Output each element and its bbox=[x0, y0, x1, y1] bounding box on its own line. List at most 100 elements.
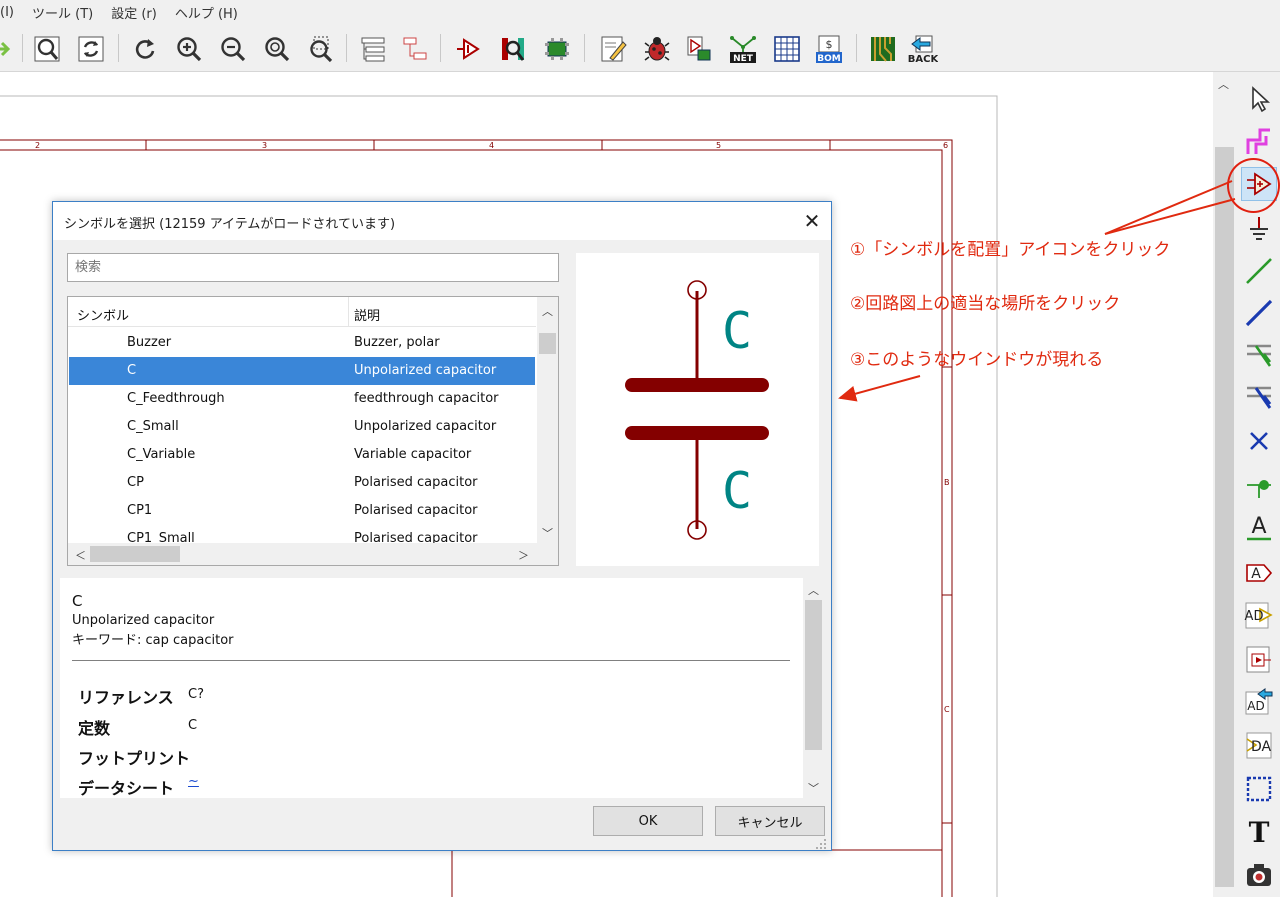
scroll-down-arrow-icon[interactable]: ﹀ bbox=[542, 525, 553, 541]
scroll-left-arrow-icon[interactable]: ＜ bbox=[75, 547, 86, 563]
dashed-line-icon[interactable] bbox=[1241, 772, 1277, 806]
scroll-down-arrow-icon[interactable]: ﹀ bbox=[808, 780, 819, 796]
symbol-editor-icon[interactable] bbox=[452, 32, 486, 66]
junction-icon[interactable] bbox=[1241, 468, 1277, 502]
field-label-reference: リファレンス bbox=[78, 688, 174, 707]
redo-icon[interactable] bbox=[128, 32, 162, 66]
arrow-icon[interactable] bbox=[0, 32, 16, 66]
symbol-library-icon[interactable] bbox=[496, 32, 530, 66]
scroll-right-arrow-icon[interactable]: ＞ bbox=[518, 547, 529, 563]
hierarchy-nav-icon[interactable] bbox=[398, 32, 432, 66]
wire-icon[interactable] bbox=[1241, 254, 1277, 288]
ok-button[interactable]: OK bbox=[593, 806, 703, 836]
back-icon[interactable]: BACK bbox=[906, 32, 940, 66]
annotation-highlight-circle bbox=[1227, 158, 1280, 213]
list-item[interactable]: C_Variable Variable capacitor bbox=[69, 441, 535, 469]
menu-item-help[interactable]: ヘルプ (H) bbox=[175, 3, 238, 22]
list-vertical-scrollbar[interactable]: ︿ ﹀ bbox=[537, 297, 558, 543]
annotation-step3: ③このようなウインドウが現れる bbox=[850, 350, 1104, 370]
global-label-letter: A bbox=[1251, 566, 1261, 582]
highlight-net-icon[interactable] bbox=[1241, 124, 1277, 158]
netlist-icon[interactable]: NET bbox=[726, 32, 760, 66]
list-item[interactable]: CP Polarised capacitor bbox=[69, 469, 535, 497]
frame-col-label: 4 bbox=[489, 141, 494, 150]
datasheet-link[interactable]: ~ bbox=[188, 774, 199, 789]
close-icon[interactable]: ✕ bbox=[798, 207, 826, 235]
list-horizontal-scrollbar[interactable]: ＜ ＞ bbox=[68, 543, 558, 565]
menu-item-tools[interactable]: ツール (T) bbox=[32, 3, 93, 22]
frame-col-label: 6 bbox=[943, 141, 948, 150]
dialog-titlebar[interactable]: シンボルを選択 (12159 アイテムがロードされています) ✕ bbox=[53, 202, 831, 240]
zoom-out-icon[interactable] bbox=[216, 32, 250, 66]
hier-label-icon[interactable]: AD bbox=[1241, 598, 1277, 632]
column-header-symbol[interactable]: シンボル bbox=[77, 305, 129, 324]
hier-sheet-icon[interactable] bbox=[1241, 642, 1277, 676]
footprint-editor-icon[interactable] bbox=[540, 32, 574, 66]
column-header-description[interactable]: 説明 bbox=[354, 305, 380, 324]
refresh-icon[interactable] bbox=[74, 32, 108, 66]
frame-col-label: 3 bbox=[262, 141, 267, 150]
cancel-button[interactable]: キャンセル bbox=[715, 806, 825, 836]
list-item[interactable]: C_Feedthrough feedthrough capacitor bbox=[69, 385, 535, 413]
field-label-value: 定数 bbox=[78, 719, 111, 738]
choose-symbol-dialog: シンボルを選択 (12159 アイテムがロードされています) ✕ シンボル 説明… bbox=[52, 201, 832, 851]
bom-icon[interactable]: $ BOM bbox=[812, 32, 846, 66]
zoom-fit-icon[interactable] bbox=[30, 32, 64, 66]
sheet-pin-icon[interactable]: DA bbox=[1241, 728, 1277, 762]
sim-icon[interactable] bbox=[682, 32, 716, 66]
import-sheet-pin-icon[interactable]: AD bbox=[1241, 684, 1277, 718]
fields-table-icon[interactable] bbox=[770, 32, 804, 66]
list-item[interactable]: CP1 Polarised capacitor bbox=[69, 497, 535, 525]
frame-col-label: 5 bbox=[716, 141, 721, 150]
field-value-reference: C? bbox=[188, 687, 204, 702]
scroll-up-arrow-icon[interactable]: ︿ bbox=[808, 582, 819, 598]
hierarchy-icon[interactable] bbox=[356, 32, 390, 66]
bus-icon[interactable] bbox=[1241, 296, 1277, 330]
net-label-icon[interactable]: A bbox=[1241, 510, 1277, 544]
power-ground-icon[interactable] bbox=[1241, 212, 1277, 246]
list-item-selected[interactable]: C Unpolarized capacitor bbox=[69, 357, 535, 385]
annotation-step2: ②回路図上の適当な場所をクリック bbox=[850, 294, 1121, 314]
scroll-up-arrow-icon[interactable]: ︿ bbox=[542, 303, 553, 319]
text-letter: T bbox=[1249, 816, 1270, 846]
text-icon[interactable]: T bbox=[1241, 814, 1277, 848]
hier-label-letters: AD bbox=[1245, 609, 1264, 624]
wire-entry-icon[interactable] bbox=[1241, 338, 1277, 372]
bus-entry-icon[interactable] bbox=[1241, 380, 1277, 414]
global-label-icon[interactable]: A bbox=[1241, 556, 1277, 590]
info-vertical-scrollbar[interactable]: ︿ ﹀ bbox=[803, 578, 824, 798]
erc-bug-icon[interactable] bbox=[640, 32, 674, 66]
info-keywords: キーワード: cap capacitor bbox=[72, 633, 234, 648]
back-text: BACK bbox=[908, 54, 938, 64]
zoom-in-icon[interactable] bbox=[172, 32, 206, 66]
capacitor-symbol: C C bbox=[625, 280, 769, 540]
no-connect-icon[interactable] bbox=[1241, 424, 1277, 458]
select-arrow-icon[interactable] bbox=[1241, 82, 1277, 116]
search-input[interactable] bbox=[67, 253, 559, 282]
symbol-preview: C C bbox=[576, 253, 819, 566]
symbol-info-panel: C Unpolarized capacitor キーワード: cap capac… bbox=[60, 578, 824, 798]
scroll-thumb[interactable] bbox=[90, 546, 180, 562]
pcbnew-icon[interactable] bbox=[866, 32, 900, 66]
import-pin-letters: AD bbox=[1247, 699, 1264, 713]
zoom-page-icon[interactable] bbox=[260, 32, 294, 66]
menu-item-preferences[interactable]: 設定 (r) bbox=[111, 3, 157, 22]
annotate-icon[interactable] bbox=[596, 32, 630, 66]
menu-item-inspect[interactable]: (I) bbox=[0, 5, 14, 20]
image-icon[interactable] bbox=[1241, 858, 1277, 892]
zoom-selection-icon[interactable] bbox=[304, 32, 338, 66]
symbol-list[interactable]: シンボル 説明 Buzzer Buzzer, polar C Unpolarized… bbox=[67, 296, 559, 566]
scroll-up-arrow-icon[interactable]: ︿ bbox=[1218, 76, 1229, 92]
list-item[interactable]: Buzzer Buzzer, polar bbox=[69, 329, 535, 357]
preview-value: C bbox=[722, 462, 752, 520]
svg-text:$: $ bbox=[826, 38, 833, 51]
scroll-thumb[interactable] bbox=[539, 333, 556, 354]
top-toolbar: NET $ BOM BACK bbox=[0, 24, 1280, 72]
scroll-thumb[interactable] bbox=[1215, 147, 1234, 887]
net-text: NET bbox=[733, 54, 754, 64]
menu-bar: (I) ツール (T) 設定 (r) ヘルプ (H) bbox=[0, 0, 1280, 24]
resize-grip-icon[interactable] bbox=[815, 838, 827, 850]
list-item[interactable]: C_Small Unpolarized capacitor bbox=[69, 413, 535, 441]
scroll-thumb[interactable] bbox=[805, 600, 822, 750]
divider bbox=[72, 660, 790, 661]
